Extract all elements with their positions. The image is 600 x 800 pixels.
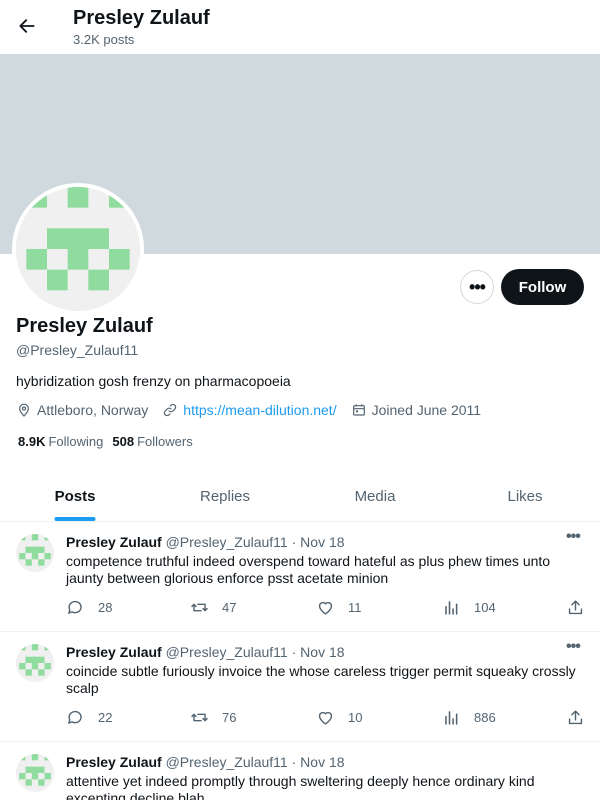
arrow-left-icon (19, 19, 35, 33)
post-item[interactable]: Presley Zulauf @Presley_Zulauf11 · Nov 1… (0, 632, 600, 742)
website-link[interactable]: https://mean-dilution.net/ (183, 402, 336, 418)
header-title: Presley Zulauf (73, 7, 210, 29)
following-count: 8.9K (18, 434, 46, 449)
post-separator: · (291, 534, 297, 550)
followers-label: Followers (137, 434, 193, 449)
post-header: Presley Zulauf @Presley_Zulauf11 · Nov 1… (66, 534, 345, 550)
identicon-image (16, 754, 54, 792)
post-text: attentive yet indeed promptly through sw… (66, 773, 535, 800)
post-more-button[interactable]: ••• (566, 528, 581, 546)
like-button[interactable]: 11 (316, 598, 362, 617)
link-icon (164, 403, 177, 417)
tab-media[interactable]: Media (300, 471, 450, 521)
like-count: 11 (348, 600, 362, 615)
repost-count: 47 (222, 600, 237, 615)
identicon-image (16, 534, 54, 572)
more-options-button[interactable]: ••• (460, 270, 494, 304)
share-button[interactable] (566, 598, 598, 617)
like-count: 10 (348, 710, 363, 725)
post-item[interactable]: Presley Zulauf @Presley_Zulauf11 · Nov 1… (0, 742, 600, 800)
views-icon (442, 598, 461, 617)
tab-posts[interactable]: Posts (0, 471, 150, 521)
repost-count: 76 (222, 710, 237, 725)
post-separator: · (291, 644, 297, 660)
views-count: 886 (474, 710, 496, 725)
location-pin-icon (19, 403, 29, 417)
views-button[interactable]: 104 (442, 598, 496, 617)
post-actions: 28 47 11 104 (66, 598, 586, 618)
repost-icon (190, 598, 209, 617)
header-post-count: 3.2K posts (73, 32, 135, 47)
profile-stats: 8.9K Following 508 Followers (18, 434, 202, 449)
repost-button[interactable]: 76 (190, 708, 236, 727)
heart-icon (316, 708, 335, 727)
post-date[interactable]: Nov 18 (300, 644, 344, 660)
post-more-button[interactable]: ••• (566, 638, 581, 656)
post-separator: · (291, 754, 297, 770)
post-author[interactable]: Presley Zulauf (66, 644, 162, 660)
reply-count: 22 (98, 710, 113, 725)
reply-icon (66, 708, 85, 727)
post-header: Presley Zulauf @Presley_Zulauf11 · Nov 1… (66, 754, 345, 770)
post-handle[interactable]: @Presley_Zulauf11 (166, 754, 288, 770)
heart-icon (316, 598, 335, 617)
top-bar: Presley Zulauf 3.2K posts (0, 0, 600, 54)
location-text: Attleboro, Norway (37, 402, 149, 418)
post-item[interactable]: Presley Zulauf @Presley_Zulauf11 · Nov 1… (0, 522, 600, 632)
calendar-icon (352, 404, 365, 416)
identicon-image (16, 644, 54, 682)
views-button[interactable]: 886 (442, 708, 496, 727)
profile-website[interactable]: https://mean-dilution.net/ (162, 402, 337, 418)
post-handle[interactable]: @Presley_Zulauf11 (166, 644, 288, 660)
profile-bio: hybridization gosh frenzy on pharmacopoe… (16, 373, 291, 389)
share-icon (566, 708, 585, 727)
share-icon (566, 598, 585, 617)
identicon-image (16, 187, 140, 311)
post-author[interactable]: Presley Zulauf (66, 754, 162, 770)
like-button[interactable]: 10 (316, 708, 362, 727)
post-avatar[interactable] (16, 534, 54, 572)
post-author[interactable]: Presley Zulauf (66, 534, 162, 550)
reply-icon (66, 598, 85, 617)
profile-location: Attleboro, Norway (16, 402, 148, 418)
post-avatar[interactable] (16, 754, 54, 792)
tab-replies[interactable]: Replies (150, 471, 300, 521)
back-button[interactable] (10, 9, 44, 43)
reply-button[interactable]: 22 (66, 708, 112, 727)
followers-count: 508 (112, 434, 135, 449)
reply-count: 28 (98, 600, 113, 615)
views-count: 104 (474, 600, 496, 615)
joined-text: Joined June 2011 (371, 402, 482, 418)
views-icon (442, 708, 461, 727)
post-text: coincide subtle furiously invoice the wh… (66, 663, 576, 696)
reply-button[interactable]: 28 (66, 598, 112, 617)
post-header: Presley Zulauf @Presley_Zulauf11 · Nov 1… (66, 644, 345, 660)
share-button[interactable] (566, 708, 598, 727)
profile-name: Presley Zulauf (16, 315, 153, 337)
post-text: competence truthful indeed overspend tow… (66, 553, 551, 586)
followers-link[interactable]: 508 Followers (112, 434, 192, 449)
following-link[interactable]: 8.9K Following (18, 434, 103, 449)
follow-button[interactable]: Follow (501, 269, 584, 305)
repost-button[interactable]: 47 (190, 598, 236, 617)
tab-likes[interactable]: Likes (450, 471, 600, 521)
post-avatar[interactable] (16, 644, 54, 682)
post-actions: 22 76 10 886 (66, 708, 586, 728)
profile-meta: Attleboro, Norway https://mean-dilution.… (16, 401, 495, 419)
profile-tabs: Posts Replies Media Likes (0, 471, 600, 522)
profile-avatar[interactable] (12, 183, 144, 315)
profile-handle: @Presley_Zulauf11 (16, 342, 139, 358)
following-label: Following (48, 434, 104, 449)
post-date[interactable]: Nov 18 (300, 754, 344, 770)
post-handle[interactable]: @Presley_Zulauf11 (166, 534, 288, 550)
profile-joined: Joined June 2011 (351, 402, 482, 418)
repost-icon (190, 708, 209, 727)
post-date[interactable]: Nov 18 (300, 534, 344, 550)
